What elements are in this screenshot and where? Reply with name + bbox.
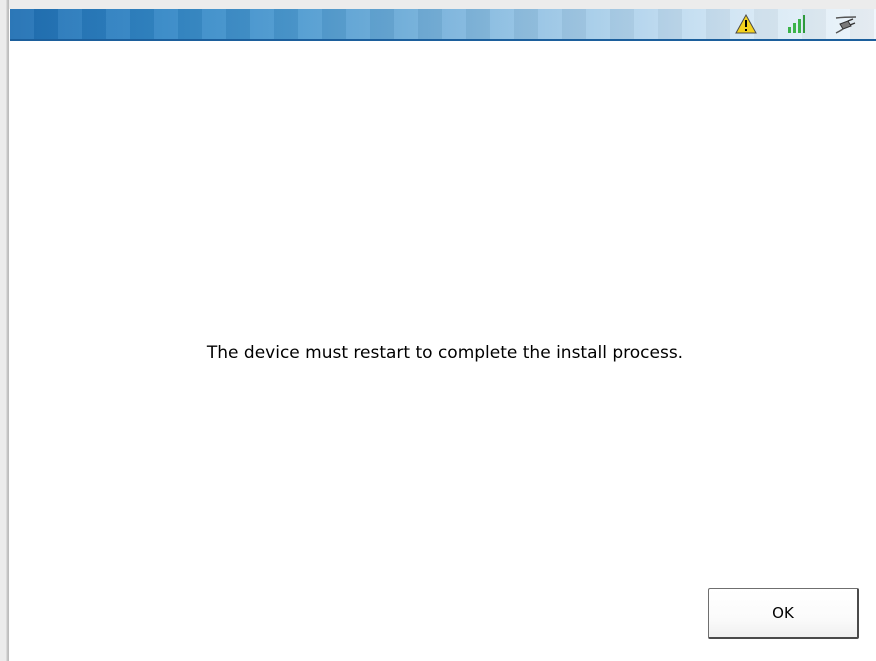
signal-strength-icon[interactable] — [784, 12, 808, 36]
system-tray — [734, 9, 858, 39]
status-bar-divider — [10, 39, 876, 41]
ok-button[interactable]: OK — [708, 588, 859, 639]
warning-icon[interactable] — [734, 12, 758, 36]
left-border — [0, 0, 9, 661]
top-border — [0, 0, 876, 9]
restart-message: The device must restart to complete the … — [206, 343, 684, 363]
power-plug-icon[interactable] — [834, 12, 858, 36]
device-screen: The device must restart to complete the … — [0, 0, 876, 661]
ok-button-label: OK — [772, 604, 794, 622]
